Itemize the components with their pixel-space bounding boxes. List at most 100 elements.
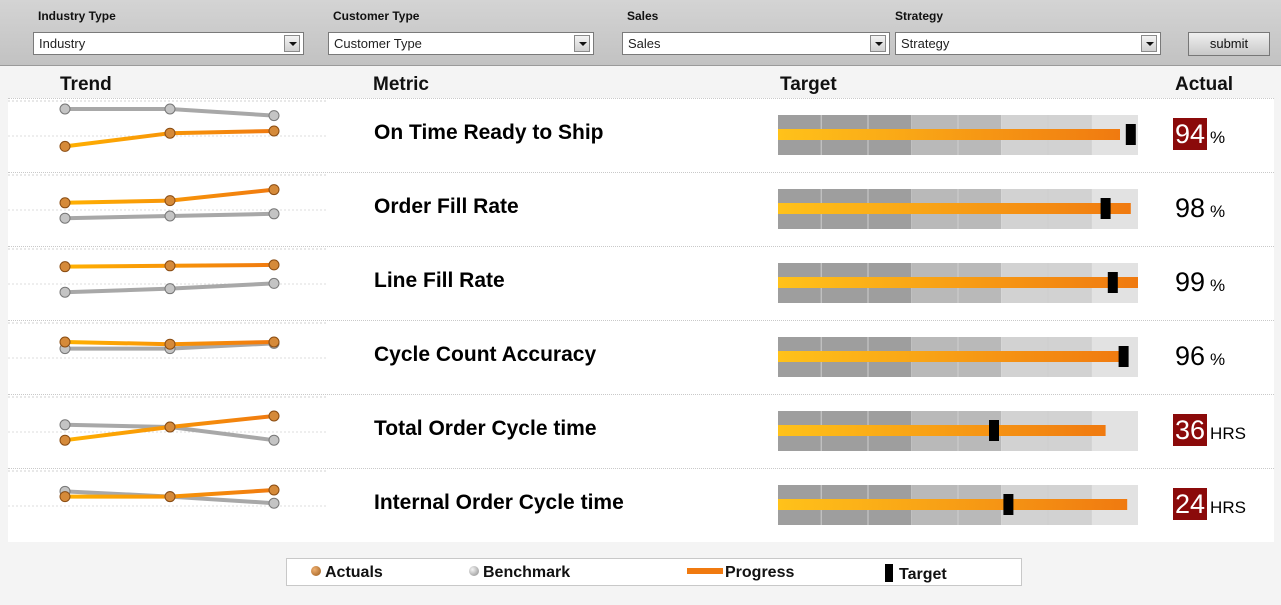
- actual-unit: HRS: [1210, 498, 1246, 517]
- legend-target-label: Target: [899, 566, 947, 583]
- industry-type-value: Industry: [39, 36, 86, 51]
- actual-unit: %: [1210, 128, 1226, 147]
- actual-value: 98%: [1173, 192, 1225, 224]
- metric-label: Cycle Count Accuracy: [374, 343, 597, 366]
- bullet-chart: [778, 263, 1138, 303]
- target-header: Target: [780, 74, 837, 95]
- customer-type-select[interactable]: Customer Type: [328, 32, 594, 55]
- benchmark-point: [268, 277, 280, 289]
- actuals-dot-icon: [311, 566, 321, 576]
- actual-point: [164, 421, 176, 433]
- table-row: Cycle Count Accuracy 96%: [8, 320, 1274, 394]
- trend-sparkline: [8, 470, 328, 509]
- chevron-down-icon[interactable]: [1141, 35, 1157, 52]
- metric-label: Order Fill Rate: [374, 195, 519, 218]
- benchmark-point: [59, 419, 71, 431]
- actual-unit: %: [1210, 276, 1226, 295]
- benchmark-point: [164, 103, 176, 115]
- benchmark-point: [268, 497, 280, 509]
- benchmark-dot-icon: [469, 566, 479, 576]
- legend-actuals-label: Actuals: [325, 564, 383, 581]
- trend-sparkline: [8, 248, 328, 298]
- actual-unit: %: [1210, 350, 1226, 369]
- actual-header: Actual: [1175, 74, 1234, 95]
- trend-sparkline: [8, 396, 328, 446]
- progress-bar: [778, 425, 1106, 436]
- progress-bar: [778, 351, 1124, 362]
- trend-header: Trend: [60, 74, 112, 95]
- target-marker: [1118, 346, 1129, 367]
- chevron-down-icon[interactable]: [870, 35, 886, 52]
- customer-type-label: Customer Type: [333, 9, 420, 23]
- actual-point: [164, 195, 176, 207]
- metric-label: Line Fill Rate: [374, 269, 505, 292]
- legend-progress-label: Progress: [725, 564, 795, 581]
- actual-point: [268, 336, 280, 348]
- progress-bar-icon: [687, 568, 723, 574]
- sales-label: Sales: [627, 9, 659, 23]
- actual-point: [59, 197, 71, 209]
- actual-value: 99%: [1173, 266, 1225, 298]
- actual-point: [164, 491, 176, 503]
- progress-bar: [778, 277, 1138, 288]
- dashboard: Industry Type Industry Customer Type Cus…: [0, 0, 1281, 605]
- bullet-chart: [778, 337, 1138, 377]
- strategy-select[interactable]: Strategy: [895, 32, 1161, 55]
- legend-benchmark-label: Benchmark: [483, 564, 571, 581]
- industry-type-select[interactable]: Industry: [33, 32, 304, 55]
- actual-number: 98: [1175, 193, 1206, 223]
- bullet-chart: [778, 485, 1138, 525]
- benchmark-point: [268, 434, 280, 446]
- sales-select[interactable]: Sales: [622, 32, 890, 55]
- actual-value: 24 HRS: [1173, 488, 1246, 520]
- actual-point: [268, 259, 280, 271]
- submit-button[interactable]: submit: [1188, 32, 1270, 56]
- target-marker: [1100, 198, 1111, 219]
- benchmark-point: [268, 110, 280, 122]
- benchmark-point: [59, 212, 71, 224]
- actual-point: [59, 261, 71, 273]
- bullet-chart: [778, 189, 1138, 229]
- metric-label: Internal Order Cycle time: [374, 491, 624, 514]
- target-marker: [989, 420, 999, 441]
- table-row: Internal Order Cycle time 24 HRS: [8, 468, 1274, 542]
- chevron-down-icon[interactable]: [284, 35, 300, 52]
- target-marker: [1003, 494, 1014, 515]
- actual-unit: HRS: [1210, 424, 1246, 443]
- table-row: Line Fill Rate 99%: [8, 246, 1274, 320]
- progress-bar: [778, 499, 1128, 510]
- legend-actuals: Actuals: [311, 564, 383, 582]
- progress-bar: [778, 203, 1131, 214]
- actual-point: [268, 125, 280, 137]
- trend-sparkline: [8, 322, 328, 359]
- actual-value: 94%: [1173, 118, 1225, 150]
- actual-number: 36: [1173, 414, 1208, 446]
- metric-label: On Time Ready to Ship: [374, 121, 604, 144]
- actual-point: [59, 434, 71, 446]
- metric-label: Total Order Cycle time: [374, 417, 597, 440]
- actual-point: [59, 491, 71, 503]
- table-row: Total Order Cycle time 36 HRS: [8, 394, 1274, 468]
- trend-sparkline: [8, 100, 328, 152]
- table-row: Order Fill Rate 98%: [8, 172, 1274, 246]
- benchmark-point: [59, 103, 71, 115]
- benchmark-point: [164, 210, 176, 222]
- actual-point: [164, 127, 176, 139]
- actual-number: 99: [1175, 267, 1206, 297]
- actual-point: [59, 336, 71, 348]
- actual-value: 36 HRS: [1173, 414, 1246, 446]
- actual-unit: %: [1210, 202, 1226, 221]
- chevron-down-icon[interactable]: [574, 35, 590, 52]
- actual-point: [268, 484, 280, 496]
- industry-type-label: Industry Type: [38, 9, 116, 23]
- target-marker: [1107, 272, 1118, 293]
- actual-number: 24: [1173, 488, 1208, 520]
- benchmark-point: [268, 208, 280, 220]
- actual-number: 94: [1173, 118, 1208, 150]
- bullet-chart: [778, 115, 1138, 155]
- target-marker-icon: [885, 564, 893, 582]
- trend-sparkline: [8, 174, 328, 224]
- sales-value: Sales: [628, 36, 661, 51]
- strategy-label: Strategy: [895, 9, 944, 23]
- strategy-value: Strategy: [901, 36, 950, 51]
